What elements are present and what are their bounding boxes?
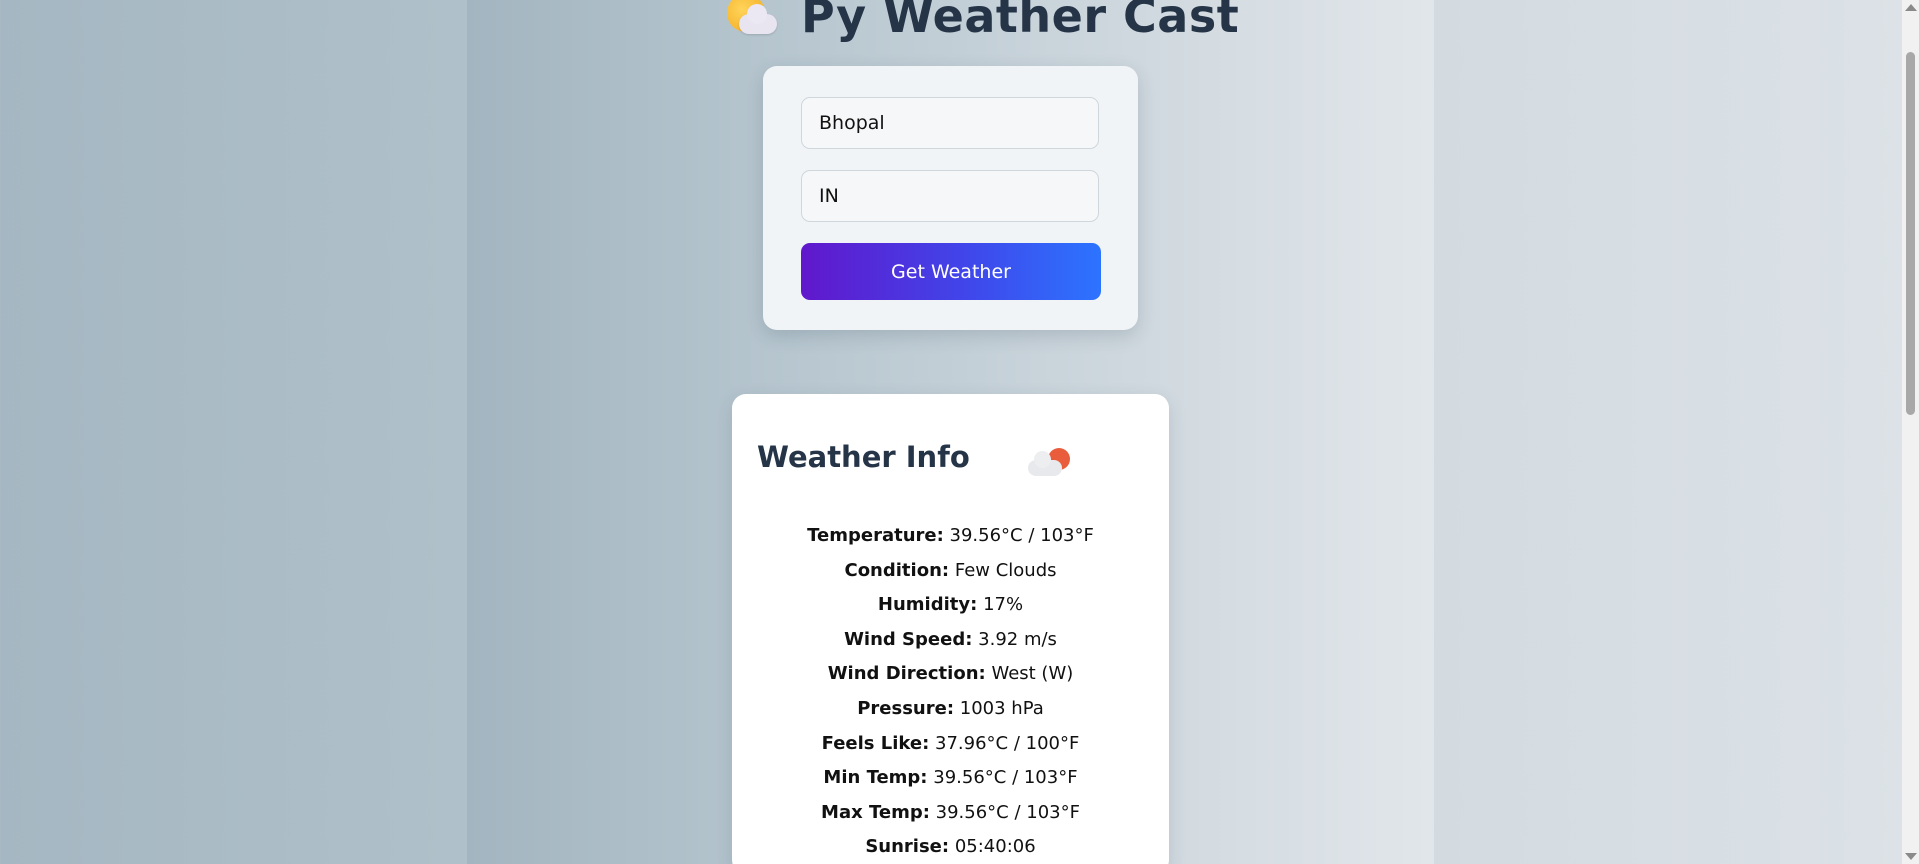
stat-pressure: Pressure: 1003 hPa <box>732 692 1169 727</box>
stat-value: Few Clouds <box>954 559 1057 581</box>
stat-sunrise: Sunrise: 05:40:06 <box>732 830 1169 864</box>
search-form-card: Get Weather <box>763 66 1138 330</box>
page-title: Py Weather Cast <box>801 0 1240 43</box>
weather-info-heading: Weather Info <box>757 440 970 474</box>
stat-value: 39.56°C / 103°F <box>933 767 1078 789</box>
stat-label: Wind Speed: <box>844 628 973 650</box>
stat-label: Humidity: <box>877 594 978 616</box>
cloud-shape <box>1028 451 1062 476</box>
stat-max-temp: Max Temp: 39.56°C / 103°F <box>732 796 1169 831</box>
stat-value: West (W) <box>991 663 1074 685</box>
stat-wind-direction: Wind Direction: West (W) <box>732 657 1169 692</box>
get-weather-button[interactable]: Get Weather <box>801 243 1101 300</box>
scroll-down-arrow-icon[interactable] <box>1905 853 1917 860</box>
stat-feels-like: Feels Like: 37.96°C / 100°F <box>732 727 1169 762</box>
stat-value: 37.96°C / 100°F <box>935 732 1080 754</box>
stat-label: Wind Direction: <box>827 663 986 685</box>
few-clouds-icon <box>1028 448 1072 478</box>
stat-value: 17% <box>983 594 1024 616</box>
country-code-input[interactable] <box>801 170 1099 222</box>
scrollbar-thumb[interactable] <box>1906 52 1915 415</box>
stat-value: 05:40:06 <box>954 836 1036 858</box>
stat-wind-speed: Wind Speed: 3.92 m/s <box>732 623 1169 658</box>
stat-temperature: Temperature: 39.56°C / 103°F <box>732 519 1169 554</box>
stat-value: 1003 hPa <box>959 697 1044 719</box>
stat-label: Temperature: <box>807 525 944 546</box>
city-input[interactable] <box>801 97 1099 149</box>
stat-min-temp: Min Temp: 39.56°C / 103°F <box>732 761 1169 796</box>
sun-behind-cloud-icon <box>723 0 779 38</box>
app-header: Py Weather Cast <box>723 0 1239 46</box>
stat-value: 39.56°C / 103°F <box>935 801 1080 823</box>
cloud-shape <box>739 4 777 34</box>
stat-humidity: Humidity: 17% <box>732 588 1169 623</box>
stat-label: Feels Like: <box>821 732 930 754</box>
stat-label: Max Temp: <box>821 801 930 823</box>
stat-label: Sunrise: <box>865 836 950 858</box>
stat-value: 3.92 m/s <box>978 628 1057 650</box>
stat-condition: Condition: Few Clouds <box>732 554 1169 589</box>
stat-label: Min Temp: <box>823 767 928 789</box>
stat-label: Condition: <box>844 559 950 581</box>
scroll-up-arrow-icon[interactable] <box>1905 4 1917 11</box>
stat-value: 39.56°C / 103°F <box>949 525 1094 546</box>
weather-info-card: Weather Info Temperature: 39.56°C / 103°… <box>732 394 1169 864</box>
vertical-scrollbar[interactable] <box>1902 0 1919 864</box>
stat-label: Pressure: <box>857 697 955 719</box>
weather-stats-list: Temperature: 39.56°C / 103°F Condition: … <box>732 519 1169 864</box>
